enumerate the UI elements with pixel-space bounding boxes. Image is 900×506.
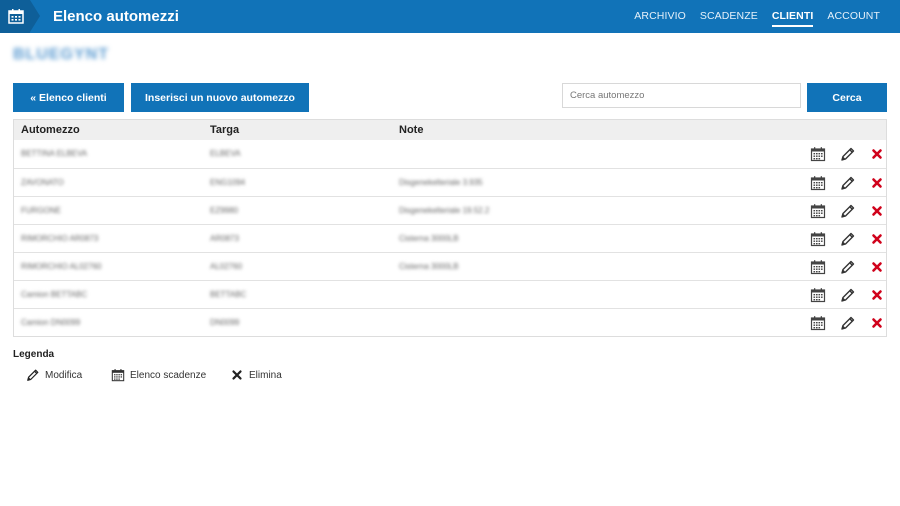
table-body: BETTINA ELBEVA ELBEVA ZAVONATO ENG1094 Disge… <box>14 140 886 336</box>
nav-clienti[interactable]: CLIENTI <box>771 10 814 27</box>
cell-targa: ELBEVA <box>210 149 241 158</box>
cell-note: Cisterna 3000LB <box>399 234 459 243</box>
table-row: Camion DN0099 DN0099 <box>14 308 886 336</box>
calendar-icon[interactable] <box>810 287 826 303</box>
vehicles-table: Automezzo Targa Note BETTINA ELBEVA ELBEV… <box>13 119 887 337</box>
pencil-icon[interactable] <box>840 231 856 247</box>
cell-targa: AL02760 <box>210 262 243 271</box>
cell-note: Cisterna 3000LB <box>399 262 459 271</box>
column-targa: Targa <box>210 124 240 136</box>
delete-icon[interactable] <box>869 175 885 191</box>
cell-automezzo: BETTINA ELBEVA <box>21 149 88 158</box>
client-name: BLUEGYNT <box>13 46 109 63</box>
delete-icon[interactable] <box>869 287 885 303</box>
calendar-icon[interactable] <box>810 315 826 331</box>
main-nav: ARCHIVIO SCADENZE CLIENTI ACCOUNT <box>634 10 880 27</box>
nav-archivio[interactable]: ARCHIVIO <box>634 10 686 27</box>
table-row: ZAVONATO ENG1094 Disgenekelteriale 3.935 <box>14 168 886 196</box>
search-input[interactable] <box>562 83 801 108</box>
add-vehicle-button[interactable]: Inserisci un nuovo automezzo <box>131 83 309 112</box>
calendar-icon[interactable] <box>810 231 826 247</box>
legend-delete-label: Elimina <box>249 369 282 381</box>
calendar-icon <box>111 369 125 382</box>
delete-icon[interactable] <box>869 315 885 331</box>
search-button[interactable]: Cerca <box>807 83 887 112</box>
table-row: Camion BETTABC BETTABC <box>14 280 886 308</box>
app-header: Elenco automezzi ARCHIVIO SCADENZE CLIEN… <box>0 0 900 33</box>
cell-targa: EZ9980 <box>210 206 239 215</box>
table-header: Automezzo Targa Note <box>14 120 886 140</box>
cell-targa: DN0099 <box>210 318 240 327</box>
calendar-icon[interactable] <box>810 175 826 191</box>
cell-targa: ENG1094 <box>210 178 246 187</box>
cell-targa: AR0873 <box>210 234 239 243</box>
legend-deadlines-label: Elenco scadenze <box>130 369 207 381</box>
pencil-icon[interactable] <box>840 287 856 303</box>
legend-delete: Elimina <box>230 368 282 382</box>
legend-title: Legenda <box>13 349 55 360</box>
column-note: Note <box>399 124 424 136</box>
cell-targa: BETTABC <box>210 290 247 299</box>
pencil-icon[interactable] <box>840 315 856 331</box>
pencil-icon[interactable] <box>840 146 856 162</box>
logo-arrow <box>30 0 40 32</box>
delete-icon[interactable] <box>869 259 885 275</box>
calendar-icon <box>8 9 24 24</box>
page-title: Elenco automezzi <box>53 8 179 25</box>
cell-automezzo: Camion DN0099 <box>21 318 81 327</box>
calendar-icon[interactable] <box>810 259 826 275</box>
delete-icon[interactable] <box>869 146 885 162</box>
table-row: RIMORCHIO AL02760 AL02760 Cisterna 3000LB <box>14 252 886 280</box>
legend-edit-label: Modifica <box>45 369 83 381</box>
pencil-icon[interactable] <box>840 175 856 191</box>
cell-note: Disgenekelteriale 19.52.2 <box>399 206 490 215</box>
back-to-clients-button[interactable]: « Elenco clienti <box>13 83 124 112</box>
calendar-icon[interactable] <box>810 203 826 219</box>
nav-account[interactable]: ACCOUNT <box>827 10 880 27</box>
cell-automezzo: RIMORCHIO AL02760 <box>21 262 102 271</box>
cell-automezzo: Camion BETTABC <box>21 290 88 299</box>
table-row: BETTINA ELBEVA ELBEVA <box>14 140 886 168</box>
column-automezzo: Automezzo <box>21 124 80 136</box>
calendar-icon[interactable] <box>810 146 826 162</box>
cell-automezzo: RIMORCHIO AR0873 <box>21 234 99 243</box>
cell-automezzo: ZAVONATO <box>21 178 64 187</box>
pencil-icon <box>27 369 39 381</box>
pencil-icon[interactable] <box>840 203 856 219</box>
table-row: RIMORCHIO AR0873 AR0873 Cisterna 3000LB <box>14 224 886 252</box>
pencil-icon[interactable] <box>840 259 856 275</box>
delete-icon[interactable] <box>869 231 885 247</box>
legend-deadlines: Elenco scadenze <box>111 368 206 382</box>
close-icon <box>232 370 242 380</box>
delete-icon[interactable] <box>869 203 885 219</box>
legend-edit: Modifica <box>26 368 82 382</box>
cell-note: Disgenekelteriale 3.935 <box>399 178 483 187</box>
cell-automezzo: FURGONE <box>21 206 61 215</box>
nav-scadenze[interactable]: SCADENZE <box>700 10 758 27</box>
table-row: FURGONE EZ9980 Disgenekelteriale 19.52.2 <box>14 196 886 224</box>
logo-block <box>0 0 30 33</box>
